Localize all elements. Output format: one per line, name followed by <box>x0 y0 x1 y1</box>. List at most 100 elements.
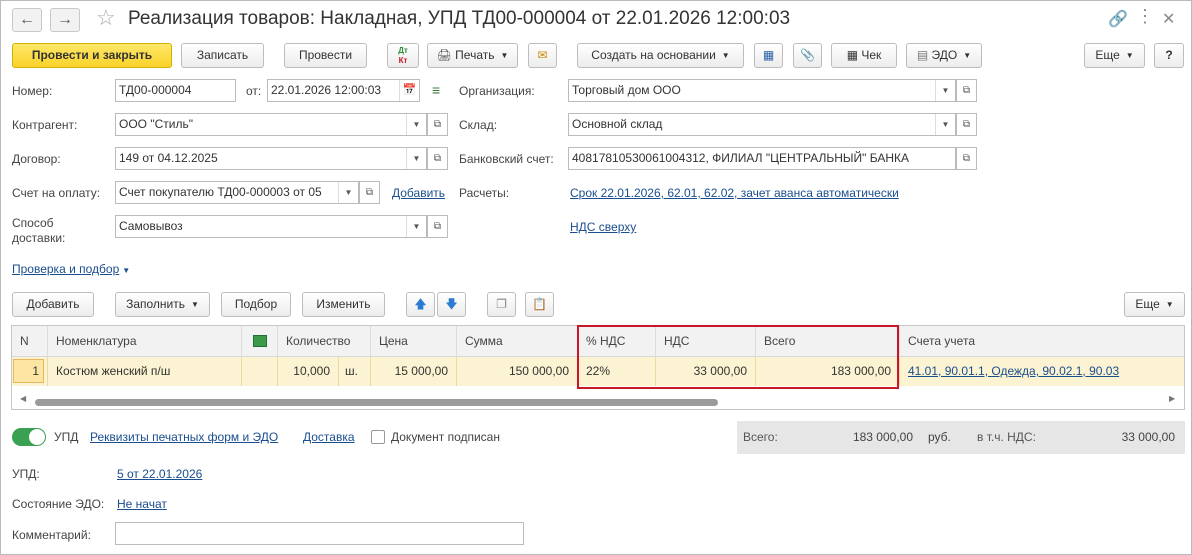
help-button[interactable]: ? <box>1154 43 1184 68</box>
open-bank-account-button[interactable]: ⧉ <box>956 147 977 170</box>
warehouse-field[interactable]: Основной склад ▼ <box>568 113 956 136</box>
open-contract-button[interactable]: ⧉ <box>427 147 448 170</box>
check-and-select-link[interactable]: Проверка и подбор ▼ <box>12 262 130 276</box>
back-button[interactable]: ← <box>12 8 42 32</box>
delivery-method-field[interactable]: Самовывоз ▼ <box>115 215 427 238</box>
dropdown-arrow-icon[interactable]: ▼ <box>935 80 955 101</box>
dropdown-arrow-icon[interactable]: ▼ <box>935 114 955 135</box>
open-counterparty-button[interactable]: ⧉ <box>427 113 448 136</box>
edo-state-link[interactable]: Не начат <box>117 497 167 511</box>
structure-icon: ▦ <box>762 48 775 62</box>
change-button[interactable]: Изменить <box>302 292 385 317</box>
dropdown-arrow-icon[interactable]: ▼ <box>406 216 426 237</box>
dt-kt-button[interactable]: Дт Кт <box>387 43 419 68</box>
toggle-knob <box>29 429 45 445</box>
favorite-star-icon[interactable]: ☆ <box>96 5 116 31</box>
add-row-button[interactable]: Добавить <box>12 292 94 317</box>
table-more-button[interactable]: Еще ▼ <box>1124 292 1185 317</box>
number-field[interactable]: ТД00-000004 <box>115 79 236 102</box>
table-row[interactable]: 1 <box>12 357 48 386</box>
more-vertical-icon[interactable]: ⋮ <box>1136 6 1154 27</box>
caret-down-icon: ▼ <box>122 266 131 275</box>
fill-label: Заполнить <box>126 297 185 311</box>
structure-button[interactable]: ▦ <box>754 43 783 68</box>
post-and-close-button[interactable]: Провести и закрыть <box>12 43 172 68</box>
print-button[interactable]: 🖨 Печать ▼ <box>427 43 518 68</box>
scroll-left-icon[interactable]: ◀ <box>20 394 26 403</box>
col-header-nomenclature[interactable]: Номенклатура <box>48 326 242 357</box>
cell-nomenclature[interactable]: Костюм женский п/ш <box>48 357 242 386</box>
receipt-button[interactable]: ▦ Чек <box>831 43 897 68</box>
calendar-icon[interactable]: 📅 <box>399 80 419 101</box>
upd-toggle[interactable] <box>12 428 46 446</box>
contract-label: Договор: <box>12 152 61 166</box>
cell-accounts[interactable]: 41.01, 90.01.1, Одежда, 90.02.1, 90.03 <box>900 357 1184 386</box>
organization-field[interactable]: Торговый дом ООО ▼ <box>568 79 956 102</box>
highlight-frame <box>577 325 899 389</box>
save-button[interactable]: Записать <box>181 43 264 68</box>
row-number: 1 <box>13 359 44 383</box>
print-forms-link[interactable]: Реквизиты печатных форм и ЭДО <box>90 430 278 444</box>
number-label: Номер: <box>12 84 53 98</box>
edo-button[interactable]: ▤ ЭДО ▼ <box>906 43 982 68</box>
open-icon: ⧉ <box>433 153 442 164</box>
open-organization-button[interactable]: ⧉ <box>956 79 977 102</box>
cell-marking[interactable] <box>242 357 278 386</box>
cell-unit[interactable]: ш. <box>339 357 371 386</box>
upd-link[interactable]: 5 от 22.01.2026 <box>117 467 202 481</box>
cell-quantity[interactable]: 10,000 <box>278 357 339 386</box>
forward-button[interactable]: → <box>50 8 80 32</box>
date-label: от: <box>246 84 262 98</box>
select-button[interactable]: Подбор <box>221 292 291 317</box>
dropdown-arrow-icon[interactable]: ▼ <box>338 182 358 203</box>
col-header-marking[interactable] <box>242 326 278 357</box>
comment-field[interactable] <box>115 522 524 545</box>
contract-value: 149 от 04.12.2025 <box>119 151 218 165</box>
attach-button[interactable]: 📎 <box>793 43 822 68</box>
copy-rows-button[interactable]: ❐ <box>487 292 516 317</box>
counterparty-field[interactable]: ООО "Стиль" ▼ <box>115 113 427 136</box>
counterparty-value: ООО "Стиль" <box>119 117 193 131</box>
col-header-sum[interactable]: Сумма <box>457 326 578 357</box>
horizontal-scrollbar[interactable]: ◀ ▶ <box>12 394 1184 408</box>
edo-state-label: Состояние ЭДО: <box>12 497 105 511</box>
scrollbar-thumb[interactable] <box>35 399 718 406</box>
create-based-on-button[interactable]: Создать на основании ▼ <box>577 43 744 68</box>
col-header-quantity[interactable]: Количество <box>278 326 371 357</box>
document-signed-checkbox[interactable] <box>371 430 385 444</box>
table-more-label: Еще <box>1135 297 1160 311</box>
open-delivery-button[interactable]: ⧉ <box>427 215 448 238</box>
scroll-right-icon[interactable]: ▶ <box>1169 394 1175 403</box>
dropdown-arrow-icon[interactable]: ▼ <box>406 148 426 169</box>
contract-field[interactable]: 149 от 04.12.2025 ▼ <box>115 147 427 170</box>
fill-button[interactable]: Заполнить ▼ <box>115 292 210 317</box>
col-header-accounts[interactable]: Счета учета <box>900 326 1184 357</box>
history-icon[interactable]: ≡ <box>432 82 440 98</box>
settlements-link[interactable]: Срок 22.01.2026, 62.01, 62.02, зачет ава… <box>570 186 899 200</box>
open-invoice-button[interactable]: ⧉ <box>359 181 380 204</box>
move-down-button[interactable]: 🡇 <box>437 292 466 317</box>
cell-sum[interactable]: 150 000,00 <box>457 357 578 386</box>
email-button[interactable]: ✉ <box>528 43 557 68</box>
create-based-label: Создать на основании <box>591 48 716 62</box>
print-label: Печать <box>455 48 495 62</box>
open-warehouse-button[interactable]: ⧉ <box>956 113 977 136</box>
paste-rows-button[interactable]: 📋 <box>525 292 554 317</box>
delivery-label: Способ доставки: <box>12 216 65 246</box>
move-up-button[interactable]: 🡅 <box>406 292 435 317</box>
vat-on-top-link[interactable]: НДС сверху <box>570 220 636 234</box>
invoice-field[interactable]: Счет покупателю ТД00-000003 от 05 ▼ <box>115 181 359 204</box>
col-header-price[interactable]: Цена <box>371 326 457 357</box>
dropdown-arrow-icon[interactable]: ▼ <box>406 114 426 135</box>
col-header-n[interactable]: N <box>12 326 48 357</box>
cell-price[interactable]: 15 000,00 <box>371 357 457 386</box>
invoice-add-link[interactable]: Добавить <box>392 186 445 200</box>
date-value: 22.01.2026 12:00:03 <box>271 83 382 97</box>
close-icon[interactable]: ✕ <box>1162 9 1175 29</box>
date-field[interactable]: 22.01.2026 12:00:03 📅 <box>267 79 420 102</box>
bank-account-field[interactable]: 40817810530061004312, ФИЛИАЛ "ЦЕНТРАЛЬНЫ… <box>568 147 956 170</box>
link-icon[interactable]: 🔗 <box>1108 9 1128 29</box>
post-button[interactable]: Провести <box>284 43 367 68</box>
more-button[interactable]: Еще ▼ <box>1084 43 1145 68</box>
delivery-link[interactable]: Доставка <box>303 430 355 444</box>
